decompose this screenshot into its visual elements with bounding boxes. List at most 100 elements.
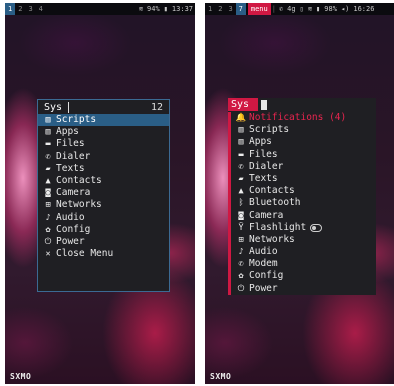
menu-item-networks[interactable]: ⊞ Networks [38, 199, 169, 211]
apps-icon: ▥ [45, 127, 51, 138]
menu-item-notifications-4[interactable]: 🔔 Notifications (4) [228, 112, 376, 125]
menu-item-scripts[interactable]: ▥ Scripts [228, 124, 376, 137]
menu-item-dialer[interactable]: ✆ Dialer [38, 151, 169, 163]
sxmo-logo: SXMO [210, 372, 232, 381]
music-icon: ♪ [238, 247, 244, 258]
user-icon: ▲ [45, 175, 51, 186]
menu-item-dialer[interactable]: ✆ Dialer [228, 160, 376, 173]
workspace-2[interactable]: 2 [215, 3, 225, 15]
menu-tag[interactable]: menu [247, 3, 271, 15]
workspace-1[interactable]: 1 [5, 3, 16, 15]
sxmo-logo: SXMO [10, 372, 32, 381]
menu-search-bar[interactable]: Sys 12 [38, 100, 169, 114]
menu-item-power[interactable]: ⏻ Power [38, 236, 169, 248]
menu-item-label: Networks [56, 199, 102, 211]
menu-item-label: Camera [249, 209, 284, 221]
menu-item-apps[interactable]: ▥ Apps [38, 126, 169, 138]
battery-icon: ▮ [163, 5, 168, 13]
status-bar: 1 2 3 7 menu | ✆ 4g ▯ ≋ ▮ 98% ◂) 16:26 [205, 3, 394, 15]
workspace-1[interactable]: 1 [205, 3, 215, 15]
folder-icon: ▬ [238, 149, 244, 160]
menu-item-audio[interactable]: ♪ Audio [38, 212, 169, 224]
menu-item-label: Flashlight [249, 221, 307, 233]
menu-search-bar[interactable]: Sys [228, 98, 267, 111]
menu-item-camera[interactable]: ◙ Camera [38, 187, 169, 199]
menu-item-label: Files [56, 138, 85, 150]
flashlight-icon: Ÿ [238, 222, 244, 233]
menu-item-label: Networks [249, 233, 295, 245]
menu-item-texts[interactable]: ▰ Texts [38, 163, 169, 175]
menu-item-modem[interactable]: ✆ Modem [228, 258, 376, 271]
scripts-icon: ▥ [45, 115, 51, 125]
menu-items: ▥ Scripts ▥ Apps ▬ Files ✆ Dialer ▰ Texts ▲ Contact… [38, 114, 169, 260]
menu-item-apps[interactable]: ▥ Apps [228, 136, 376, 149]
menu-item-label: Power [56, 235, 85, 247]
menu-item-close-menu[interactable]: ✕ Close Menu [38, 248, 169, 260]
status-bar: 1 2 3 4 ≋ 94% ▮ 13:37 [5, 3, 195, 15]
toggle-icon[interactable] [310, 223, 323, 232]
message-icon: ▰ [238, 173, 244, 184]
volume-icon: ◂) [340, 5, 350, 13]
phone-icon: ✆ [238, 161, 244, 172]
menu-prompt: Sys [231, 99, 250, 110]
menu-item-label: Files [249, 148, 278, 160]
text-cursor [68, 101, 70, 113]
system-menu: Sys 12 ▥ Scripts ▥ Apps ▬ Files ✆ Dialer ▰ Texts ▲… [37, 99, 170, 292]
workspace-2[interactable]: 2 [15, 3, 25, 15]
menu-item-networks[interactable]: ⊞ Networks [228, 233, 376, 247]
menu-item-label: Contacts [56, 174, 102, 186]
menu-item-flashlight[interactable]: Ÿ Flashlight [228, 221, 376, 234]
match-count: 12 [150, 101, 163, 113]
user-icon: ▲ [238, 186, 244, 197]
phone-icon: ✆ [238, 259, 244, 270]
workspace-4[interactable]: 4 [36, 3, 46, 15]
menu-item-label: Close Menu [56, 248, 114, 260]
menu-item-label: Dialer [249, 160, 284, 172]
phone-screen-right: 1 2 3 7 menu | ✆ 4g ▯ ≋ ▮ 98% ◂) 16:26 S… [205, 3, 394, 384]
menu-item-bluetooth[interactable]: ᛒ Bluetooth [228, 197, 376, 210]
menu-item-config[interactable]: ✿ Config [38, 224, 169, 236]
menu-item-power[interactable]: ⏻ Power [228, 282, 376, 295]
menu-item-contacts[interactable]: ▲ Contacts [228, 185, 376, 198]
menu-item-audio[interactable]: ♪ Audio [228, 246, 376, 259]
menu-item-texts[interactable]: ▰ Texts [228, 172, 376, 186]
menu-item-label: Power [249, 282, 278, 294]
menu-item-label: Scripts [56, 114, 97, 125]
network-icon: ⊞ [45, 200, 51, 211]
close-icon: ✕ [45, 249, 51, 260]
menu-item-label: Apps [56, 126, 79, 138]
menu-items: 🔔 Notifications (4) ▥ Scripts ▥ Apps ▬ Files ✆ Di… [228, 112, 376, 295]
menu-prompt: Sys [44, 101, 63, 113]
menu-item-label: Bluetooth [249, 197, 301, 209]
wifi-icon: ≋ [307, 5, 313, 13]
battery-percent: 94% [147, 5, 160, 13]
clock: 16:26 [353, 5, 375, 13]
mic-icon: ▯ [299, 5, 304, 13]
menu-item-files[interactable]: ▬ Files [228, 148, 376, 161]
battery-icon: ▮ [316, 5, 321, 13]
menu-item-label: Modem [249, 258, 278, 270]
camera-icon: ◙ [45, 188, 51, 199]
workspace-7[interactable]: 7 [235, 3, 246, 15]
menu-item-label: Contacts [249, 185, 295, 197]
power-icon: ⏻ [237, 283, 245, 294]
workspace-3[interactable]: 3 [225, 3, 235, 15]
menu-item-files[interactable]: ▬ Files [38, 138, 169, 150]
menu-item-scripts[interactable]: ▥ Scripts [38, 114, 169, 127]
workspace-3[interactable]: 3 [25, 3, 35, 15]
power-icon: ⏻ [44, 236, 52, 247]
bell-icon: 🔔 [235, 113, 247, 123]
menu-item-label: Texts [249, 172, 278, 184]
music-icon: ♪ [45, 212, 51, 223]
menu-item-camera[interactable]: ◙ Camera [228, 209, 376, 222]
folder-icon: ▬ [45, 139, 51, 150]
phone-screen-left: 1 2 3 4 ≋ 94% ▮ 13:37 Sys 12 ▥ Scripts ▥ Ap… [5, 3, 195, 384]
phone-icon: ✆ [45, 151, 51, 162]
menu-item-label: Scripts [249, 124, 290, 136]
menu-item-label: Audio [249, 246, 278, 258]
menu-item-contacts[interactable]: ▲ Contacts [38, 175, 169, 187]
clock: 13:37 [171, 5, 193, 13]
scripts-icon: ▥ [238, 125, 244, 136]
menu-item-config[interactable]: ✿ Config [228, 270, 376, 283]
message-icon: ▰ [45, 163, 51, 174]
